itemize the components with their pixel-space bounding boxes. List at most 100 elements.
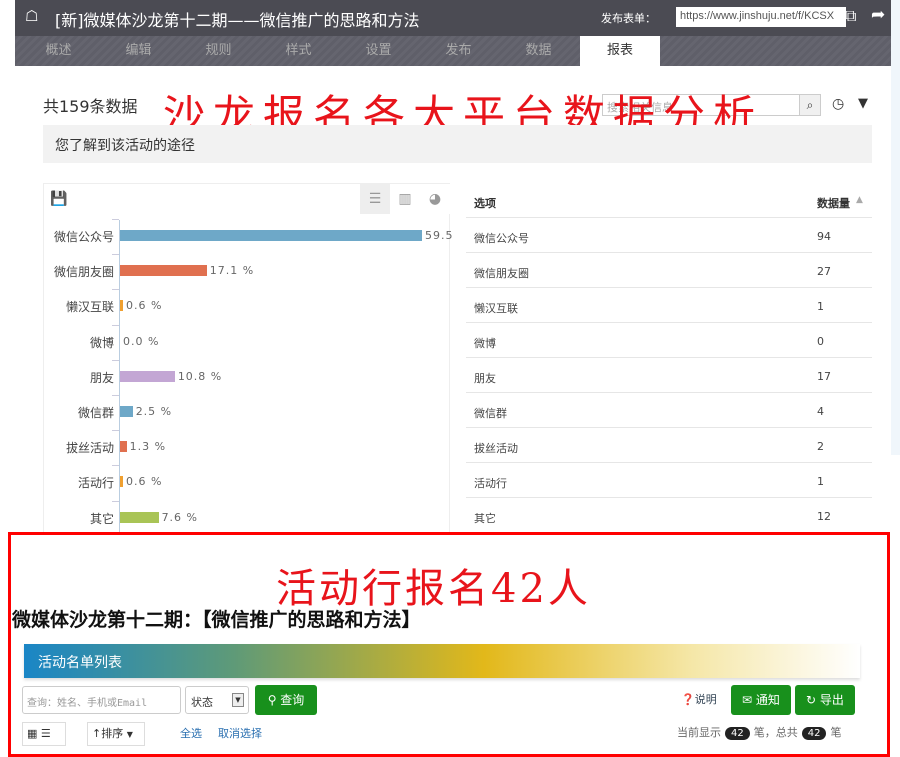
tab-settings[interactable]: 设置 — [341, 36, 416, 66]
tab-overview[interactable]: 概述 — [21, 36, 96, 66]
value-label: 0.6 % — [126, 299, 163, 313]
option-cell: 其它 — [474, 512, 496, 525]
option-cell: 微信朋友圈 — [474, 267, 529, 280]
status-label: 状态 — [191, 696, 213, 709]
category-label: 朋友 — [89, 370, 114, 385]
bar[interactable] — [120, 441, 127, 453]
publish-url-field[interactable]: https://www.jinshuju.net/f/KCSX — [676, 7, 846, 27]
category-label: 微信公众号 — [53, 230, 114, 244]
tab-data[interactable]: 数据 — [501, 36, 576, 66]
count-cell: 17 — [817, 370, 831, 383]
export-icon: ↻ — [806, 693, 820, 707]
axis-tick — [112, 289, 119, 291]
table-row: 拔丝活动 2 — [466, 428, 872, 463]
horizontal-bar-icon[interactable]: ☰ — [360, 184, 390, 214]
showing-count-badge: 42 — [725, 727, 750, 740]
copy-icon[interactable]: ⧉ — [845, 6, 856, 26]
count-cell: 94 — [817, 230, 831, 243]
header-count[interactable]: 数据量 — [817, 195, 850, 211]
bar-chart: 💾 ☰ ▥ ◕ 微信公众号 59.5 微信朋友圈 17.1 % 懒汉互联 0.6 % 微博 0… — [43, 183, 453, 535]
search-icon[interactable]: ⌕ — [799, 94, 821, 116]
category-label: 微信群 — [77, 406, 114, 420]
table-header: 选项 数据量 ▲ — [466, 183, 872, 218]
category-label: 懒汉互联 — [65, 300, 114, 315]
category-label: 微信朋友圈 — [53, 265, 114, 280]
tab-edit[interactable]: 编辑 — [101, 36, 176, 66]
query-button[interactable]: ⚲ 查询 — [255, 685, 317, 715]
view-toggle[interactable]: ▦ ☰ — [22, 722, 66, 746]
bar[interactable] — [120, 300, 124, 312]
value-label: 7.6 % — [161, 510, 199, 524]
category-label: 活动行 — [77, 476, 114, 491]
sort-icon[interactable]: ▲ — [856, 195, 863, 205]
save-icon[interactable]: 💾 — [44, 184, 74, 214]
count-cell: 0 — [817, 335, 824, 348]
query-label: 查询 — [280, 693, 305, 707]
count-cell: 1 — [817, 475, 824, 488]
select-all-link[interactable]: 全选 — [180, 725, 202, 741]
mail-icon: ✉ — [742, 693, 756, 707]
pie-chart-icon[interactable]: ◕ — [420, 184, 450, 214]
count-cell: 4 — [817, 405, 824, 418]
table-row: 微信群 4 — [466, 393, 872, 428]
page-edge — [891, 0, 900, 455]
grid-icon[interactable]: ▦ — [27, 727, 37, 740]
showing-info: 当前显示 42 笔，总共 42 笔 — [677, 724, 841, 740]
count-cell: 12 — [817, 510, 831, 523]
query-input[interactable]: 查询：姓名、手机或Email — [22, 686, 181, 714]
showing-prefix: 当前显示 — [677, 726, 721, 739]
notify-button[interactable]: ✉ 通知 — [731, 685, 791, 715]
bar[interactable] — [120, 370, 175, 382]
bar[interactable] — [120, 265, 207, 277]
axis-tick — [112, 219, 119, 220]
clock-icon[interactable]: ◷ — [832, 96, 844, 112]
event-title: 微媒体沙龙第十二期：【微信推广的思路和方法】 — [12, 609, 421, 631]
export-button[interactable]: ↻ 导出 — [795, 685, 855, 715]
axis-tick — [112, 324, 119, 326]
status-select[interactable]: 状态 ▼ — [185, 686, 249, 714]
table-row: 微信公众号 94 — [466, 218, 872, 253]
showing-suffix: 笔 — [830, 726, 842, 739]
axis-tick — [112, 254, 119, 256]
value-label: 59.5 — [425, 229, 454, 242]
category-label: 拔丝活动 — [65, 441, 114, 456]
chevron-down-icon: ▼ — [232, 693, 244, 707]
value-label: 1.3 % — [129, 440, 167, 454]
option-cell: 微博 — [474, 337, 496, 350]
list-icon[interactable]: ☰ — [41, 727, 51, 740]
showing-mid: 笔，总共 — [753, 726, 798, 739]
arrow-up-icon: ↑ — [92, 727, 102, 740]
filter-icon[interactable]: ▼ — [858, 96, 868, 111]
value-label: 0.0 % — [123, 334, 160, 348]
sort-button[interactable]: ↑排序 ▼ — [87, 722, 145, 746]
record-count: 共159条数据 — [43, 97, 138, 116]
table-row: 活动行 1 — [466, 463, 872, 498]
deselect-link[interactable]: 取消选择 — [218, 725, 262, 741]
bar[interactable] — [120, 406, 133, 417]
sort-label: 排序 — [101, 727, 124, 740]
value-label: 17.1 % — [209, 264, 255, 278]
option-cell: 微信群 — [474, 407, 507, 420]
publish-label: 发布表单： — [601, 12, 656, 25]
value-label: 10.8 % — [177, 369, 223, 383]
tab-report[interactable]: 报表 — [580, 36, 660, 66]
form-title: [新]微媒体沙龙第十二期——微信推广的思路和方法 — [55, 11, 420, 30]
tab-rules[interactable]: 规则 — [181, 36, 256, 66]
bar[interactable] — [120, 511, 159, 523]
share-icon[interactable]: ➦ — [871, 5, 885, 25]
search-icon: ⚲ — [267, 693, 281, 707]
tab-style[interactable]: 样式 — [261, 36, 336, 66]
nav-tabs: 概述 编辑 规则 样式 设置 发布 数据 报表 — [15, 36, 891, 66]
help-link[interactable]: ❓说明 — [681, 691, 717, 707]
tab-publish[interactable]: 发布 — [421, 36, 496, 66]
chevron-down-icon: ▼ — [126, 730, 133, 739]
list-banner: 活动名单列表 — [24, 644, 860, 678]
category-label: 其它 — [89, 511, 114, 526]
bar[interactable] — [120, 230, 422, 241]
bar[interactable] — [120, 476, 124, 488]
value-label: 2.5 % — [135, 405, 173, 418]
table-row: 微博 0 — [466, 323, 872, 358]
column-chart-icon[interactable]: ▥ — [390, 184, 420, 214]
notify-label: 通知 — [755, 693, 780, 707]
option-cell: 活动行 — [474, 477, 507, 490]
